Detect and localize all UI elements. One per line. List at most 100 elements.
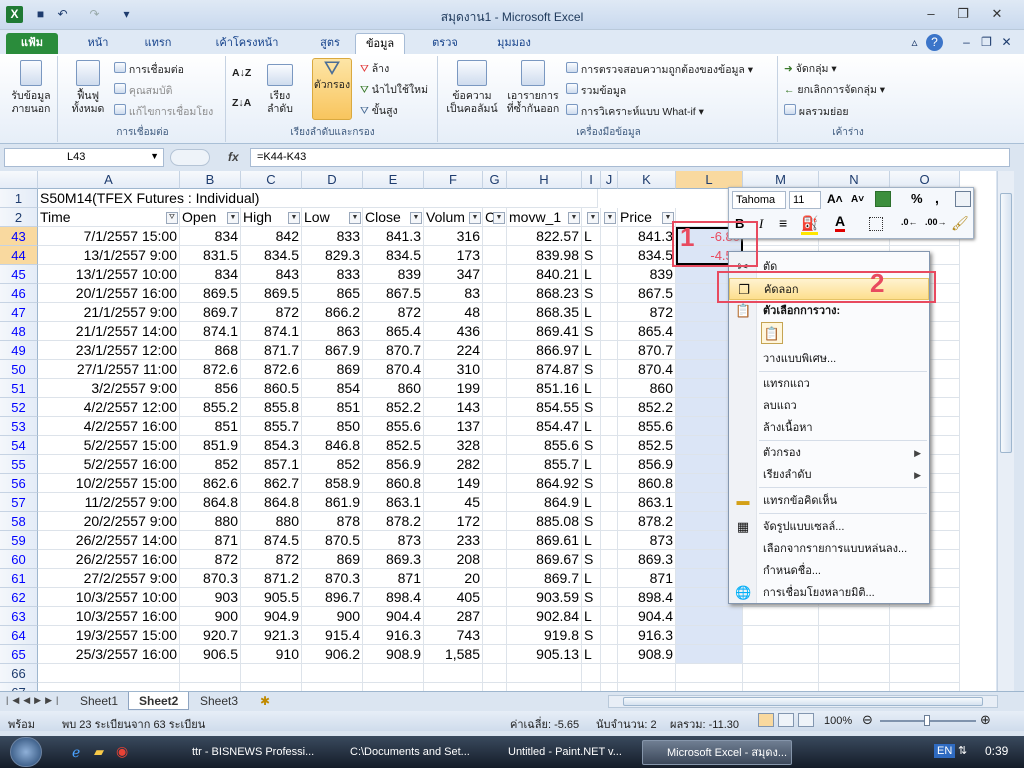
cell[interactable] — [601, 474, 618, 493]
column-header-c[interactable]: C — [241, 171, 302, 189]
cell[interactable]: 864.9 — [507, 493, 582, 512]
cell[interactable] — [601, 360, 618, 379]
row-header[interactable]: 50 — [0, 360, 38, 379]
cell[interactable] — [302, 683, 363, 691]
cell[interactable]: 855.6 — [618, 417, 676, 436]
font-color-icon[interactable]: A — [835, 214, 846, 232]
cell[interactable] — [890, 645, 960, 664]
cell[interactable]: 10/3/2557 16:00 — [38, 607, 180, 626]
cell[interactable] — [363, 683, 424, 691]
cell[interactable]: 863.1 — [618, 493, 676, 512]
sort-za-button[interactable]: Z↓A — [232, 96, 251, 110]
cell[interactable]: 856 — [180, 379, 241, 398]
cell[interactable]: 904.9 — [241, 607, 302, 626]
cell[interactable] — [890, 607, 960, 626]
cell[interactable] — [38, 683, 180, 691]
cell[interactable]: 3/2/2557 9:00 — [38, 379, 180, 398]
cell[interactable]: 903.59 — [507, 588, 582, 607]
cell[interactable]: 896.7 — [302, 588, 363, 607]
accounting-format-icon[interactable] — [875, 191, 891, 207]
page-break-view-icon[interactable] — [798, 713, 814, 727]
cell[interactable]: 23/1/2557 12:00 — [38, 341, 180, 360]
selected-cell[interactable] — [676, 626, 743, 645]
cell[interactable]: 833 — [302, 227, 363, 246]
cell[interactable]: L — [582, 455, 601, 474]
cell[interactable] — [483, 550, 507, 569]
cell[interactable]: L — [582, 493, 601, 512]
cell[interactable]: 916.3 — [363, 626, 424, 645]
cell[interactable] — [302, 664, 363, 683]
cell[interactable] — [743, 664, 819, 683]
cell[interactable]: 743 — [424, 626, 483, 645]
tab-page-layout[interactable]: เค้าโครงหน้ากระดาษ — [188, 33, 306, 70]
cell[interactable]: 869 — [302, 360, 363, 379]
cell[interactable]: 869.67 — [507, 550, 582, 569]
borders-icon[interactable] — [869, 217, 883, 231]
cell[interactable]: S — [582, 626, 601, 645]
menu-item-insert-row[interactable]: แทรกแถว — [729, 373, 929, 395]
cell[interactable]: L — [582, 569, 601, 588]
cell[interactable]: 143 — [424, 398, 483, 417]
cell[interactable]: 21/1/2557 9:00 — [38, 303, 180, 322]
row-header[interactable]: 48 — [0, 322, 38, 341]
cell[interactable]: 869.7 — [507, 569, 582, 588]
cell[interactable]: 436 — [424, 322, 483, 341]
cell[interactable]: 860 — [618, 379, 676, 398]
fill-color-icon[interactable]: ⛽ — [801, 215, 819, 235]
filter-dropdown-icon[interactable]: ▼ — [587, 212, 599, 224]
sheet-tab-3[interactable]: Sheet3 — [190, 692, 248, 710]
row-header[interactable]: 1 — [0, 189, 38, 208]
cell[interactable]: 906.2 — [302, 645, 363, 664]
cell[interactable] — [483, 341, 507, 360]
decrease-decimal-icon[interactable]: .00→ — [925, 217, 947, 227]
cell[interactable]: 904.4 — [363, 607, 424, 626]
cell[interactable]: 860.8 — [618, 474, 676, 493]
row-header[interactable]: 45 — [0, 265, 38, 284]
cell[interactable]: 870.7 — [363, 341, 424, 360]
cell[interactable] — [819, 664, 890, 683]
whatif-button[interactable]: การวิเคราะห์แบบ What-if ▾ — [566, 104, 704, 119]
sheet-tab-1[interactable]: Sheet1 — [70, 692, 128, 710]
cell[interactable] — [483, 455, 507, 474]
cell[interactable]: L — [582, 645, 601, 664]
cell[interactable] — [483, 227, 507, 246]
restore-button[interactable]: ❐ — [950, 4, 976, 24]
cell[interactable] — [601, 607, 618, 626]
text-to-columns-button[interactable]: ข้อความเป็นคอลัมน์ — [444, 60, 500, 116]
cell[interactable]: 872 — [363, 303, 424, 322]
cell[interactable] — [483, 417, 507, 436]
cell[interactable] — [483, 474, 507, 493]
filter-button[interactable]: ⛛ ตัวกรอง — [312, 58, 352, 120]
cell[interactable]: 872 — [241, 550, 302, 569]
cell[interactable] — [676, 664, 743, 683]
taskbar-item-explorer[interactable]: C:\Documents and Set... — [326, 740, 476, 765]
help-icon[interactable]: ? — [926, 34, 943, 51]
cell[interactable]: 834.5 — [363, 246, 424, 265]
filter-dropdown-icon[interactable]: ▼ — [568, 212, 580, 224]
edit-links-button[interactable]: แก้ไขการเชื่อมโยง — [114, 104, 213, 119]
cell[interactable]: 20 — [424, 569, 483, 588]
cell[interactable]: 874.5 — [241, 531, 302, 550]
cell[interactable]: 869.3 — [618, 550, 676, 569]
cell[interactable]: 48 — [424, 303, 483, 322]
sheet-tab-2[interactable]: Sheet2 — [128, 692, 190, 710]
row-header[interactable]: 43 — [0, 227, 38, 246]
cell[interactable]: L — [582, 417, 601, 436]
cell[interactable] — [483, 246, 507, 265]
cell[interactable]: 822.57 — [507, 227, 582, 246]
cell[interactable]: 224 — [424, 341, 483, 360]
cell[interactable]: 20/2/2557 9:00 — [38, 512, 180, 531]
column-header-f[interactable]: F — [424, 171, 483, 189]
align-center-icon[interactable]: ≡ — [779, 215, 787, 231]
cell[interactable]: 851 — [180, 417, 241, 436]
cell[interactable]: 841.3 — [363, 227, 424, 246]
cell[interactable]: 868.23 — [507, 284, 582, 303]
cell[interactable] — [743, 645, 819, 664]
cell[interactable] — [180, 683, 241, 691]
cell[interactable] — [601, 588, 618, 607]
zoom-level[interactable]: 100% — [824, 715, 852, 727]
cell[interactable]: 885.08 — [507, 512, 582, 531]
cell[interactable] — [180, 664, 241, 683]
normal-view-icon[interactable] — [758, 713, 774, 727]
advanced-button[interactable]: ⛛ ขั้นสูง — [360, 104, 398, 118]
